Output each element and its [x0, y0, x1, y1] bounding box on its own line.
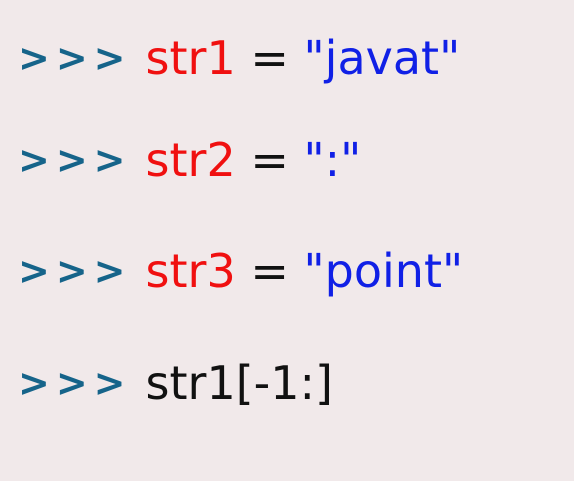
- prompt-glyph: >>>: [18, 36, 132, 80]
- console-line-2: >>> str2 = ":": [18, 130, 361, 190]
- prompt-glyph: >>>: [18, 249, 132, 293]
- console-line-1: >>> str1 = "javat": [18, 28, 460, 88]
- variable-name: str1: [145, 31, 236, 85]
- assignment-operator: =: [235, 31, 304, 85]
- prompt-glyph: >>>: [18, 361, 132, 405]
- assignment-operator: =: [235, 133, 304, 187]
- string-literal: "javat": [303, 31, 461, 85]
- console-line-3: >>> str3 = "point": [18, 241, 463, 301]
- python-console: >>> str1 = "javat" >>> str2 = ":" >>> st…: [0, 0, 574, 481]
- slice-expression: str1[-1:]: [145, 356, 333, 410]
- prompt-glyph: >>>: [18, 138, 132, 182]
- assignment-operator: =: [235, 244, 304, 298]
- console-line-4: >>> str1[-1:]: [18, 353, 333, 413]
- variable-name: str2: [145, 133, 236, 187]
- string-literal: ":": [303, 133, 362, 187]
- string-literal: "point": [303, 244, 464, 298]
- variable-name: str3: [145, 244, 236, 298]
